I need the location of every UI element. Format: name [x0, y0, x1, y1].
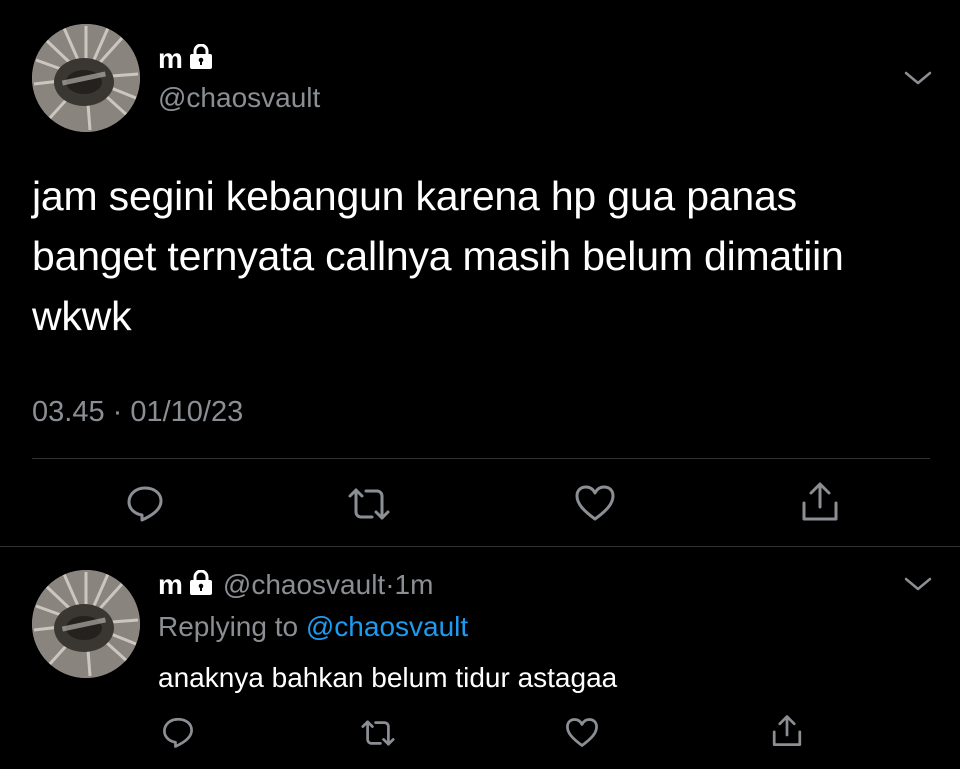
reply-author-handle[interactable]: @chaosvault — [223, 569, 385, 600]
tweet-text-line: jam segini kebangun karena hp gua panas — [32, 173, 797, 219]
chevron-down-icon[interactable] — [903, 68, 933, 88]
reply-text: anaknya bahkan belum tidur astagaa — [158, 662, 618, 693]
tweet-timestamp[interactable]: 03.45 · 01/10/23 — [32, 396, 243, 429]
lock-icon — [189, 570, 212, 595]
tweet-text: jam segini kebangun karena hp gua panas … — [32, 166, 922, 346]
avatar[interactable] — [32, 24, 140, 132]
retweet-icon — [348, 488, 390, 520]
reply-time[interactable]: 1m — [395, 569, 434, 600]
retweet-button[interactable] — [358, 716, 398, 750]
tweet-text-line: banget ternyata callnya masih belum dima… — [32, 233, 844, 279]
share-icon — [772, 715, 802, 746]
avatar-image — [32, 570, 140, 678]
reply-icon — [163, 717, 193, 748]
reply-button[interactable] — [160, 714, 196, 750]
divider — [32, 458, 930, 459]
like-icon — [575, 485, 615, 521]
author-handle[interactable]: @chaosvault — [158, 82, 320, 114]
chevron-down-icon[interactable] — [903, 574, 933, 594]
share-icon — [802, 482, 838, 521]
like-icon — [566, 717, 598, 747]
reply-avatar[interactable] — [32, 570, 140, 678]
main-tweet: m @chaosvault jam segini kebangun karena… — [0, 0, 960, 546]
tweet-divider — [0, 546, 960, 547]
avatar-image — [32, 24, 140, 132]
author-name[interactable]: m — [158, 44, 213, 74]
share-button[interactable] — [770, 713, 804, 749]
reply-button[interactable] — [124, 482, 166, 524]
like-button[interactable] — [574, 483, 616, 523]
reply-author-name[interactable]: m — [158, 569, 183, 600]
retweet-button[interactable] — [346, 484, 392, 524]
reply-icon — [127, 486, 163, 522]
reply-header: m @chaosvault·1m — [158, 568, 433, 602]
replying-prefix: Replying to — [158, 611, 299, 642]
replying-to: Replying to @chaosvault — [158, 610, 468, 644]
tweet-text-line: wkwk — [32, 293, 132, 339]
lock-icon — [189, 44, 212, 69]
share-button[interactable] — [800, 481, 840, 523]
retweet-icon — [361, 720, 395, 746]
like-button[interactable] — [564, 715, 600, 749]
replying-mention-link[interactable]: @chaosvault — [306, 611, 468, 642]
separator-dot: · — [385, 569, 395, 600]
